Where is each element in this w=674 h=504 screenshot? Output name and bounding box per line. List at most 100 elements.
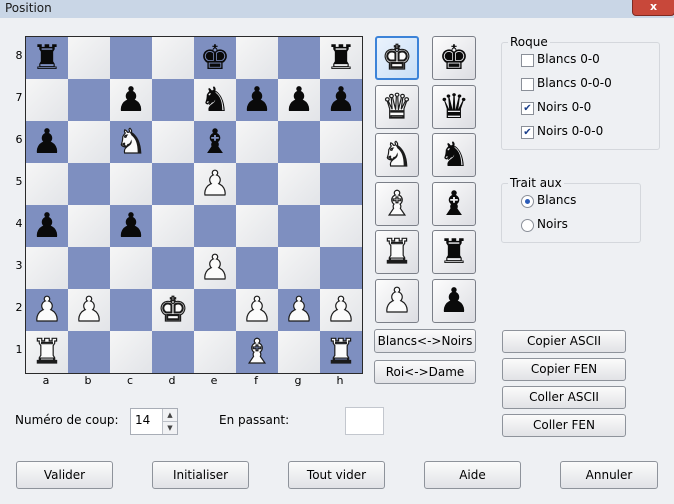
rank-label: 6 [15, 133, 23, 146]
white-pawn-icon[interactable]: ♟ [194, 247, 236, 289]
square-d4[interactable] [152, 205, 194, 247]
square-f3[interactable] [236, 247, 278, 289]
black-queen-tool-button[interactable]: ♛ [432, 85, 476, 129]
white-bishop-tool-button[interactable]: ♝ [375, 182, 419, 226]
black-rook-icon[interactable]: ♜ [320, 37, 362, 79]
square-c1[interactable] [110, 331, 152, 373]
square-d8[interactable] [152, 37, 194, 79]
white-to-move-radio[interactable] [521, 195, 534, 208]
white-rook-icon[interactable]: ♜ [320, 331, 362, 373]
square-f5[interactable] [236, 163, 278, 205]
square-e4[interactable] [194, 205, 236, 247]
white-rook-icon[interactable]: ♜ [26, 331, 68, 373]
white-short-castle-checkbox[interactable] [521, 54, 534, 67]
square-d6[interactable] [152, 121, 194, 163]
chess-board[interactable]: ♜ ♚ ♜ ♟ ♞ ♟ ♟ ♟ ♟ ♞ ♝ ♟ ♟ ♟ ♟ ♟ ♟ ♚ ♟ ♟ ♟ ♜ ♝ ♜ [25, 36, 363, 374]
black-pawn-icon[interactable]: ♟ [236, 79, 278, 121]
spin-up-icon[interactable]: ▲ [162, 409, 177, 422]
square-b8[interactable] [68, 37, 110, 79]
white-pawn-icon[interactable]: ♟ [320, 289, 362, 331]
square-b5[interactable] [68, 163, 110, 205]
black-to-move-radio[interactable] [521, 219, 534, 232]
square-g4[interactable] [278, 205, 320, 247]
white-pawn-icon[interactable]: ♟ [26, 289, 68, 331]
white-pawn-icon[interactable]: ♟ [278, 289, 320, 331]
initialize-button[interactable]: Initialiser [152, 461, 249, 489]
square-h3[interactable] [320, 247, 362, 289]
paste-fen-button[interactable]: Coller FEN [502, 414, 626, 437]
square-b6[interactable] [68, 121, 110, 163]
square-f8[interactable] [236, 37, 278, 79]
swap-king-queen-button[interactable]: Roi<->Dame [374, 360, 476, 384]
black-pawn-icon[interactable]: ♟ [278, 79, 320, 121]
square-g5[interactable] [278, 163, 320, 205]
black-king-tool-button[interactable]: ♚ [432, 36, 476, 80]
square-g8[interactable] [278, 37, 320, 79]
square-h4[interactable] [320, 205, 362, 247]
black-pawn-icon[interactable]: ♟ [320, 79, 362, 121]
square-g6[interactable] [278, 121, 320, 163]
square-d3[interactable] [152, 247, 194, 289]
square-d7[interactable] [152, 79, 194, 121]
paste-ascii-button[interactable]: Coller ASCII [502, 386, 626, 409]
black-bishop-icon[interactable]: ♝ [194, 121, 236, 163]
white-pawn-icon[interactable]: ♟ [236, 289, 278, 331]
move-number-spinner[interactable]: 14 ▲ ▼ [130, 408, 178, 435]
square-f6[interactable] [236, 121, 278, 163]
black-pawn-icon[interactable]: ♟ [110, 79, 152, 121]
square-a3[interactable] [26, 247, 68, 289]
white-knight-tool-button[interactable]: ♞ [375, 133, 419, 177]
square-b3[interactable] [68, 247, 110, 289]
square-e1[interactable] [194, 331, 236, 373]
white-long-castle-checkbox[interactable] [521, 78, 534, 91]
validate-button[interactable]: Valider [16, 461, 113, 489]
black-knight-icon[interactable]: ♞ [194, 79, 236, 121]
square-b4[interactable] [68, 205, 110, 247]
black-pawn-icon[interactable]: ♟ [110, 205, 152, 247]
swap-colors-button[interactable]: Blancs<->Noirs [374, 329, 476, 353]
white-pawn-icon[interactable]: ♟ [194, 163, 236, 205]
square-g3[interactable] [278, 247, 320, 289]
square-h5[interactable] [320, 163, 362, 205]
square-e2[interactable] [194, 289, 236, 331]
black-bishop-tool-button[interactable]: ♝ [432, 182, 476, 226]
square-b7[interactable] [68, 79, 110, 121]
black-short-castle-checkbox[interactable]: ✔ [521, 102, 534, 115]
black-pawn-icon[interactable]: ♟ [26, 121, 68, 163]
clear-all-button[interactable]: Tout vider [288, 461, 385, 489]
close-button[interactable]: x [632, 0, 674, 16]
white-bishop-icon[interactable]: ♝ [236, 331, 278, 373]
copy-fen-button[interactable]: Copier FEN [502, 358, 626, 381]
square-g1[interactable] [278, 331, 320, 373]
help-button[interactable]: Aide [424, 461, 521, 489]
square-a5[interactable] [26, 163, 68, 205]
white-pawn-icon[interactable]: ♟ [68, 289, 110, 331]
square-c8[interactable] [110, 37, 152, 79]
en-passant-field[interactable] [345, 407, 384, 435]
spin-down-icon[interactable]: ▼ [162, 422, 177, 434]
white-knight-icon[interactable]: ♞ [110, 121, 152, 163]
square-c2[interactable] [110, 289, 152, 331]
square-b1[interactable] [68, 331, 110, 373]
square-d5[interactable] [152, 163, 194, 205]
square-a7[interactable] [26, 79, 68, 121]
black-knight-tool-button[interactable]: ♞ [432, 133, 476, 177]
black-pawn-icon[interactable]: ♟ [26, 205, 68, 247]
black-pawn-tool-button[interactable]: ♟ [432, 279, 476, 323]
square-h6[interactable] [320, 121, 362, 163]
white-king-tool-button[interactable]: ♚ [375, 36, 419, 80]
square-c3[interactable] [110, 247, 152, 289]
black-rook-icon[interactable]: ♜ [26, 37, 68, 79]
square-d1[interactable] [152, 331, 194, 373]
white-king-icon[interactable]: ♚ [152, 289, 194, 331]
white-rook-tool-button[interactable]: ♜ [375, 230, 419, 274]
black-long-castle-checkbox[interactable]: ✔ [521, 126, 534, 139]
white-pawn-tool-button[interactable]: ♟ [375, 279, 419, 323]
square-c5[interactable] [110, 163, 152, 205]
cancel-button[interactable]: Annuler [560, 461, 658, 489]
black-rook-tool-button[interactable]: ♜ [432, 230, 476, 274]
square-f4[interactable] [236, 205, 278, 247]
black-king-icon[interactable]: ♚ [194, 37, 236, 79]
copy-ascii-button[interactable]: Copier ASCII [502, 330, 626, 353]
white-queen-tool-button[interactable]: ♛ [375, 85, 419, 129]
